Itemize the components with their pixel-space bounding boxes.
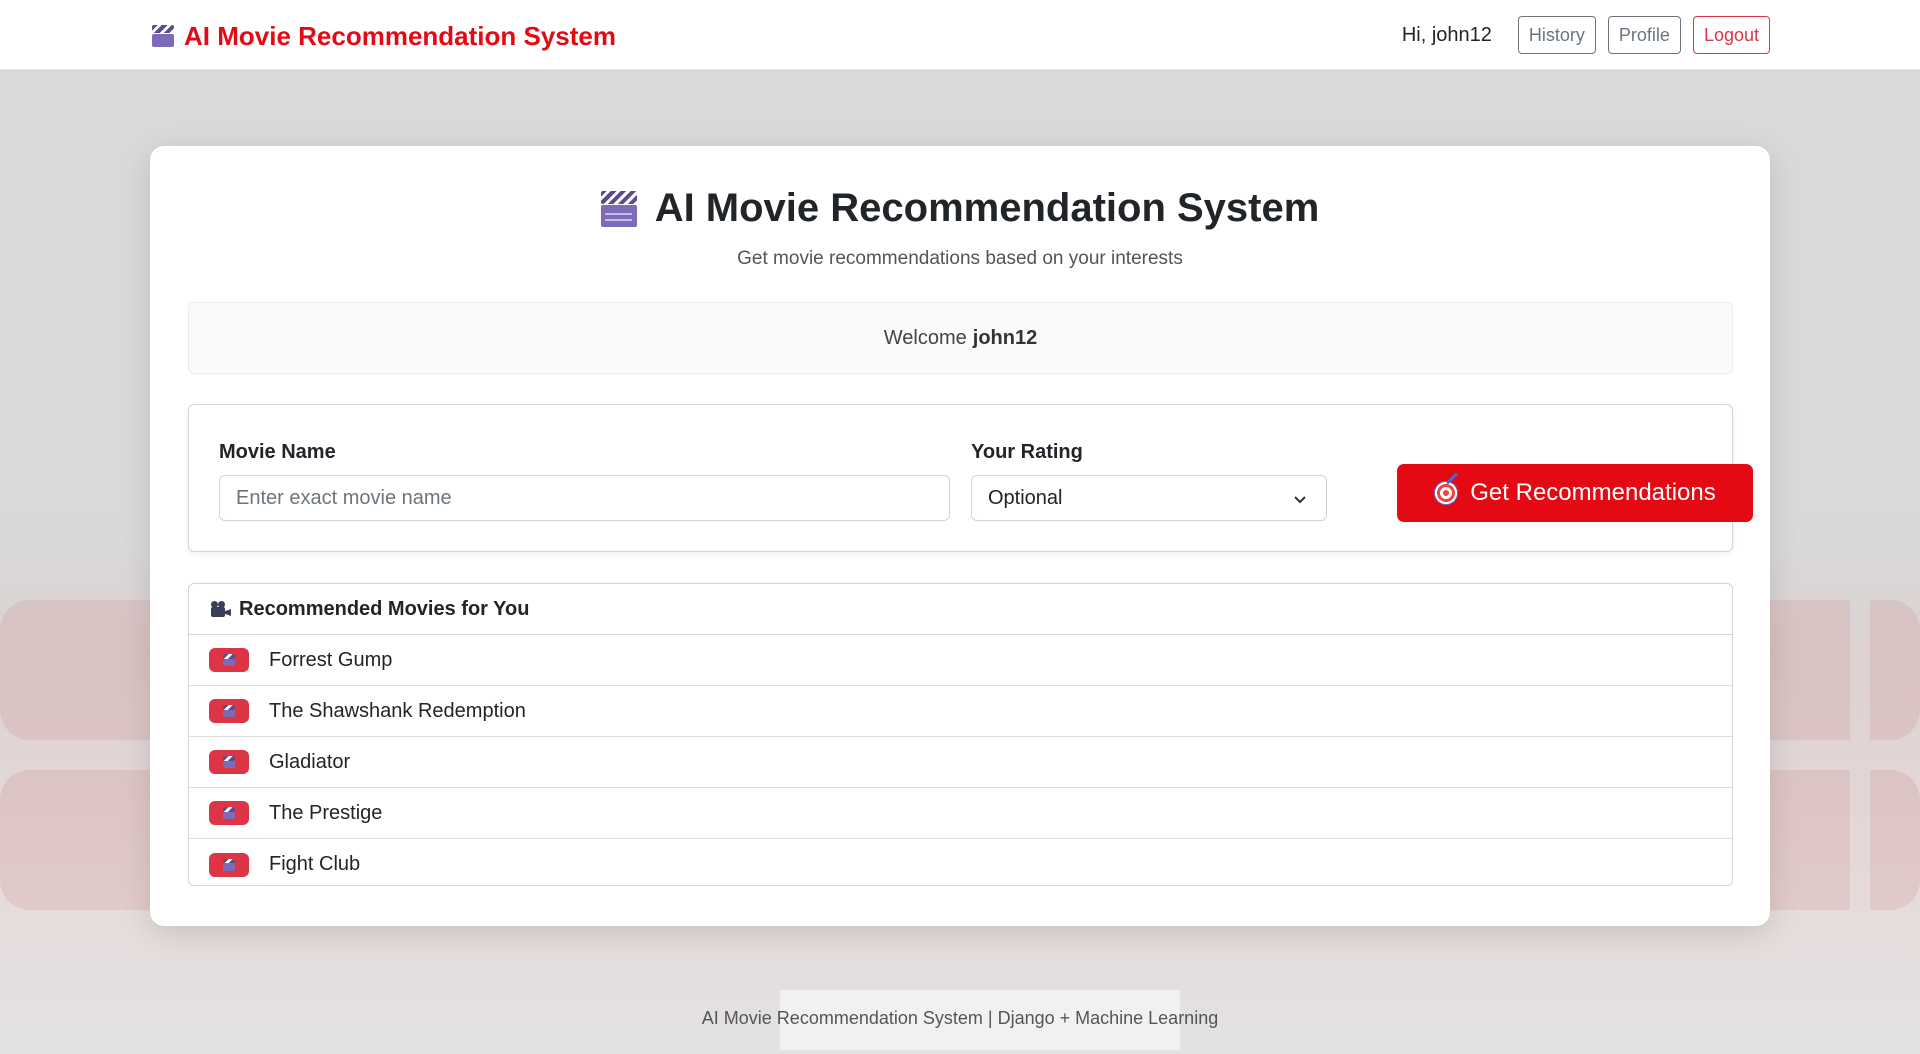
footer: AI Movie Recommendation System | Django … (701, 1008, 1219, 1028)
clapperboard-icon (209, 699, 249, 723)
navbar: AI Movie Recommendation System Hi, john1… (0, 0, 1920, 70)
brand-title: AI Movie Recommendation System (184, 20, 616, 51)
main-card: AI Movie Recommendation System Get movie… (150, 146, 1770, 926)
movie-title: The Shawshank Redemption (269, 699, 526, 722)
clapperboard-icon (209, 750, 249, 774)
rating-label: Your Rating (971, 441, 1083, 463)
get-recommendations-label: Get Recommendations (1470, 479, 1716, 506)
movie-title: The Prestige (269, 801, 383, 824)
rating-selected-value: Optional (988, 486, 1063, 509)
logout-button[interactable]: Logout (1692, 16, 1770, 54)
recommendations-title: Recommended Movies for You (239, 597, 530, 620)
nav-actions: Hi, john12 History Profile Logout (1402, 16, 1770, 54)
list-item[interactable]: The Prestige (189, 788, 1732, 839)
page-title: AI Movie Recommendation System (654, 186, 1320, 230)
clapperboard-icon (209, 852, 249, 877)
welcome-username: john12 (972, 326, 1038, 349)
movie-title: Fight Club (269, 853, 361, 875)
recommendation-form: Movie Name Your Rating Optional Get Reco… (188, 404, 1753, 552)
get-recommendations-button[interactable]: Get Recommendations (1397, 464, 1753, 522)
page-header: AI Movie Recommendation System (150, 186, 1770, 231)
movie-name-input[interactable] (219, 475, 950, 521)
clapperboard-icon (600, 190, 637, 227)
movie-title: Forrest Gump (269, 648, 393, 671)
movie-camera-icon (211, 601, 231, 617)
recommendations-header: Recommended Movies for You (189, 584, 1732, 635)
clapperboard-icon (152, 25, 174, 47)
welcome-prefix: Welcome (883, 326, 967, 349)
list-item[interactable]: Fight Club (189, 839, 1732, 885)
movie-name-label: Movie Name (219, 441, 336, 463)
user-greeting: Hi, john12 (1401, 23, 1492, 46)
chevron-down-icon (1292, 490, 1308, 513)
history-button[interactable]: History (1517, 16, 1596, 54)
list-item[interactable]: Gladiator (189, 737, 1732, 788)
recommendations-panel: Recommended Movies for You Forrest Gump T… (188, 583, 1733, 886)
rating-select[interactable]: Optional (971, 475, 1327, 521)
recommendations-list: Forrest Gump The Shawshank Redemption Glad… (189, 635, 1732, 885)
profile-button[interactable]: Profile (1607, 16, 1681, 54)
welcome-banner: Welcome john12 (188, 302, 1733, 374)
page-subtitle: Get movie recommendations based on your … (737, 248, 1183, 269)
list-item[interactable]: The Shawshank Redemption (189, 686, 1732, 737)
clapperboard-icon (209, 801, 249, 825)
brand[interactable]: AI Movie Recommendation System (152, 20, 616, 52)
movie-title: Gladiator (269, 750, 351, 773)
list-item[interactable]: Forrest Gump (189, 635, 1732, 686)
clapperboard-icon (209, 648, 249, 672)
target-icon (1434, 481, 1459, 505)
